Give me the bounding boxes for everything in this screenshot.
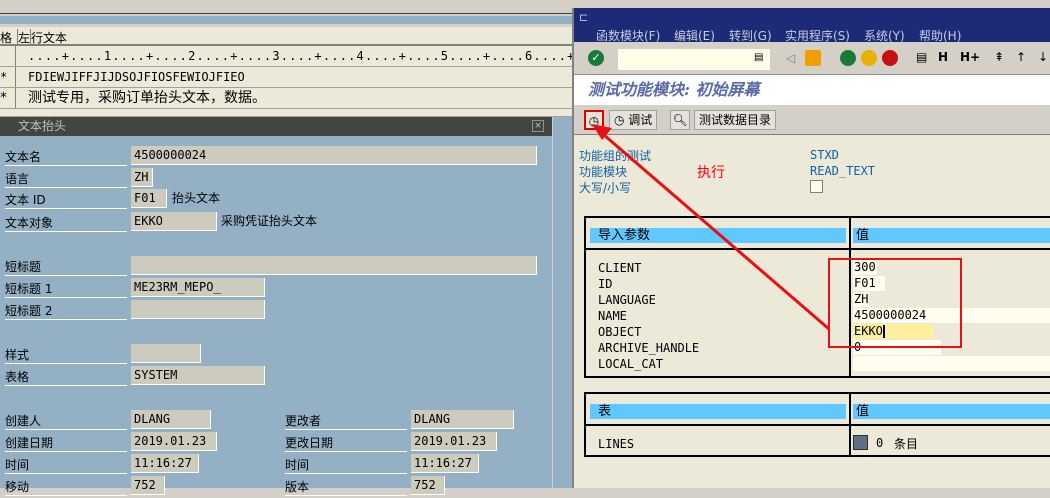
annotation-arrow: [592, 124, 830, 331]
arrow-line: [603, 133, 830, 331]
